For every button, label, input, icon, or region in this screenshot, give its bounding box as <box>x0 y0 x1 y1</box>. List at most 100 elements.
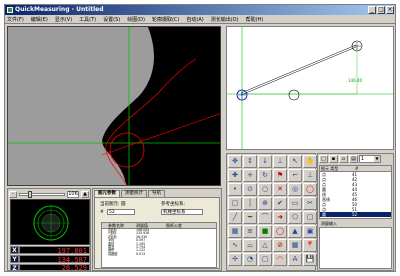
text-icon[interactable]: A <box>288 253 302 266</box>
mode-button-3[interactable]: ▫ <box>339 155 348 163</box>
perpendicular-icon[interactable]: ⊥ <box>303 169 317 182</box>
red-circle-icon[interactable]: ◯ <box>303 183 317 196</box>
measure-input-area[interactable] <box>319 227 392 269</box>
red-ring-icon[interactable]: ◯ <box>273 225 287 238</box>
hand-icon[interactable]: ✋ <box>303 155 317 168</box>
axis-z-label: Z <box>10 264 19 272</box>
zoom-out-button[interactable]: - <box>9 190 17 198</box>
param-name: 真圆度 <box>108 251 118 256</box>
zoom-in-button[interactable]: ▲ <box>81 190 89 198</box>
menu-tools[interactable]: 工具(T) <box>79 16 96 23</box>
rounded-rect-icon[interactable]: ▢ <box>303 211 317 224</box>
elements-header-num: # <box>355 166 359 171</box>
tab-measure-stats[interactable]: 测量统计 <box>121 190 147 197</box>
vertical-move-icon[interactable]: ↕ <box>243 155 257 168</box>
polygon-icon[interactable]: ⬠ <box>288 211 302 224</box>
param-tolerance <box>166 253 196 256</box>
measure-point-icon[interactable]: ⊙ <box>243 183 257 196</box>
plus-icon[interactable]: + <box>243 169 257 182</box>
menu-edit[interactable]: 编辑(E) <box>31 16 48 23</box>
element-row-num: 52 <box>352 212 358 217</box>
menu-auto[interactable]: 自动(A) <box>186 16 203 23</box>
circle-tool-icon[interactable]: ○ <box>258 183 272 196</box>
zoom-slider[interactable] <box>19 190 65 198</box>
readout-y-value: 134.587 <box>19 255 90 264</box>
rotate-icon[interactable]: ↻ <box>258 169 272 182</box>
triangle-icon[interactable]: △ <box>258 239 272 252</box>
cross-icon[interactable]: ✚ <box>228 169 242 182</box>
zoom-slider-thumb[interactable] <box>28 190 32 198</box>
vertical-line-icon[interactable]: │ <box>243 197 257 210</box>
element-combo[interactable]: 1 ▼ <box>359 155 381 163</box>
no-entry-icon[interactable]: ⊘ <box>273 239 287 252</box>
reference-field[interactable]: 机械坐标系 <box>161 209 203 215</box>
menu-file[interactable]: 文件(F) <box>7 16 24 23</box>
move-icon[interactable]: ✢ <box>228 253 242 266</box>
red-x-icon[interactable]: ✕ <box>273 183 287 196</box>
save-icon[interactable]: 💾 <box>303 253 317 266</box>
measured-line-bottom <box>240 46 357 96</box>
pin-icon[interactable]: 📍 <box>303 239 317 252</box>
frame-icon[interactable]: ▢ <box>258 253 272 266</box>
minimize-button[interactable]: _ <box>368 6 376 14</box>
sine-icon[interactable]: ∿ <box>228 239 242 252</box>
arc-dim-icon[interactable]: ⌓ <box>243 239 257 252</box>
measurement-toolbox: ✥ ↕ ↓ ⊥ ↖ ✋ ✚ + ↻ ⚑ ⌐ ⊥ • ⊙ ○ ✕ ◎ ◯ ▢ │ ⊕ ✔ ▭ ✂ ╱ ━ ⌒ ➜ ⬠ ▢ ▦ ≡ ■ ◯ ▲ ▣ ∿ ⌓ △ ⊘… <box>226 153 317 271</box>
elements-list[interactable]: 图元 类型 # 点 41 点 42 点 43 圆 44 线 45 直线 46 点 50 点 51 圆 52 <box>319 165 392 219</box>
reference-label: 参考坐标系: <box>161 202 186 207</box>
gauge-icon[interactable]: ◔ <box>243 253 257 266</box>
arc-icon[interactable]: ⌒ <box>258 211 272 224</box>
point-icon[interactable]: • <box>228 183 242 196</box>
menu-help[interactable]: 帮助(H) <box>246 16 264 23</box>
pointer-icon[interactable]: ↖ <box>288 155 302 168</box>
menu-settings[interactable]: 设置(S) <box>103 16 120 23</box>
tab-navigation[interactable]: 导航 <box>148 190 165 197</box>
element-row[interactable]: 圆 52 <box>320 212 391 217</box>
check-icon[interactable]: ✔ <box>273 197 287 210</box>
menu-draw[interactable]: 绘图(D) <box>127 16 145 23</box>
red-arrow-icon[interactable]: ➜ <box>273 211 287 224</box>
params-table[interactable]: 参数名称 测量值 图纸公差 X坐标 198.004 Y坐标 133.928 Z坐标 26.… <box>101 222 217 268</box>
box-icon[interactable]: ▢ <box>228 197 242 210</box>
element-combo-value: 1 <box>361 156 365 162</box>
tab-element-params[interactable]: 图元参数 <box>94 190 120 197</box>
params-header-tolerance: 图纸公差 <box>166 223 182 228</box>
drawing-view[interactable]: 146.40 <box>226 26 394 150</box>
axis-x-label: X <box>10 246 19 254</box>
menu-output[interactable]: 测长输出(O) <box>211 16 239 23</box>
line-tool-icon[interactable]: ╱ <box>228 211 242 224</box>
grid-icon[interactable]: ▦ <box>228 225 242 238</box>
stack-icon[interactable]: ≡ <box>243 225 257 238</box>
menu-contour[interactable]: 轮廓摄取(C) <box>152 16 179 23</box>
zoom-value[interactable]: 106 <box>67 190 79 198</box>
mode-button-2[interactable]: ▪ <box>329 155 338 163</box>
green-square-icon[interactable]: ■ <box>258 225 272 238</box>
menu-bar: 文件(F) 编辑(E) 显示(V) 工具(T) 设置(S) 绘图(D) 轮廓摄取… <box>5 15 395 24</box>
cut-icon[interactable]: ✂ <box>303 197 317 210</box>
red-flag-icon[interactable]: ⚑ <box>273 169 287 182</box>
align-icon[interactable]: ⊥ <box>273 155 287 168</box>
mode-button-4[interactable]: ▤ <box>349 155 358 163</box>
red-arc-icon[interactable]: ◠ <box>273 253 287 266</box>
grid-small-icon[interactable]: ▦ <box>288 239 302 252</box>
down-arrow-icon[interactable]: ↓ <box>258 155 272 168</box>
close-button[interactable]: × <box>386 6 394 14</box>
circle-select-icon[interactable]: ◎ <box>288 183 302 196</box>
readout-z-value: 26.529 <box>19 264 90 272</box>
params-row[interactable]: 真圆度 0.013 <box>102 251 216 256</box>
move-arrows-icon[interactable]: ✥ <box>228 155 242 168</box>
folder-icon[interactable]: ▣ <box>303 225 317 238</box>
green-line-icon[interactable]: ━ <box>243 211 257 224</box>
element-row-type: 圆 <box>322 212 326 217</box>
element-num-field[interactable]: 52 <box>107 209 135 215</box>
maximize-button[interactable]: □ <box>377 6 385 14</box>
chart-icon[interactable]: ▲ <box>288 225 302 238</box>
readout-x: X 197.801 <box>10 246 90 255</box>
corner-icon[interactable]: ⌐ <box>288 169 302 182</box>
menu-view[interactable]: 显示(V) <box>55 16 72 23</box>
mode-button-1[interactable]: □ <box>319 155 328 163</box>
rectangle-icon[interactable]: ▭ <box>288 197 302 210</box>
camera-view[interactable] <box>7 26 221 186</box>
param-value: 0.013 <box>136 251 146 256</box>
target-icon[interactable]: ⊕ <box>258 197 272 210</box>
